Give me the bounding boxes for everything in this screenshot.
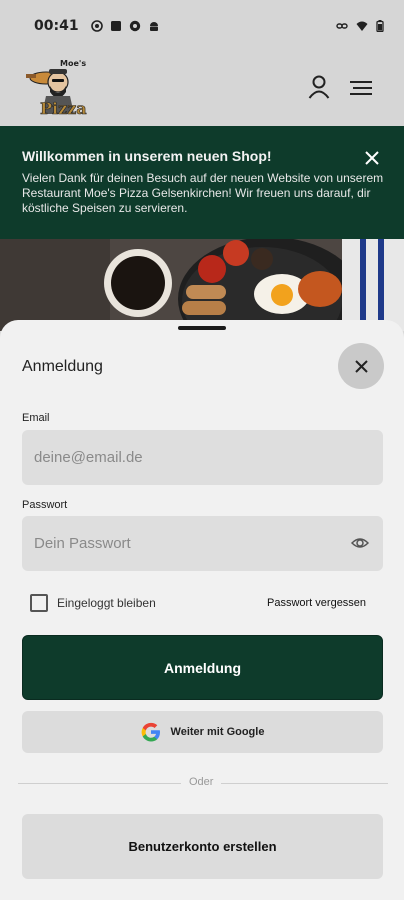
banner-title: Willkommen in unserem neuen Shop! <box>22 148 272 164</box>
google-icon <box>141 722 160 742</box>
link-icon <box>336 23 348 29</box>
status-time: 00:41 <box>34 18 79 34</box>
hero-food-image <box>0 239 404 331</box>
password-field-box[interactable] <box>22 516 383 571</box>
password-input[interactable] <box>34 535 371 552</box>
email-input[interactable] <box>34 449 371 466</box>
status-notification-icons <box>90 20 160 32</box>
menu-button[interactable] <box>346 74 376 102</box>
show-password-icon[interactable] <box>351 535 369 551</box>
close-icon <box>365 151 379 165</box>
square-app-icon <box>110 21 121 31</box>
remember-me[interactable]: Eingeloggt bleiben <box>30 594 156 612</box>
svg-text:Moe's: Moe's <box>60 59 86 68</box>
remember-checkbox[interactable] <box>30 594 48 612</box>
notification-circle-icon <box>90 20 103 32</box>
android-icon <box>149 22 158 31</box>
divider-label: Oder <box>181 776 222 788</box>
login-title: Anmeldung <box>22 358 103 375</box>
hamburger-menu-icon <box>350 81 372 95</box>
status-system-icons <box>336 20 384 32</box>
close-icon <box>354 359 368 373</box>
wifi-icon <box>356 21 368 31</box>
record-icon <box>129 20 140 32</box>
banner-close-button[interactable] <box>362 148 382 168</box>
breakfast-photo <box>0 239 404 331</box>
google-button-label: Weiter mit Google <box>170 726 265 738</box>
create-account-button[interactable]: Benutzerkonto erstellen <box>22 814 383 879</box>
sheet-close-button[interactable] <box>338 343 384 389</box>
remember-label: Eingeloggt bleiben <box>57 596 156 610</box>
account-button[interactable] <box>304 72 334 102</box>
app-header: Moe's Pizza <box>0 52 404 126</box>
email-label: Email <box>22 412 50 424</box>
email-field-box[interactable] <box>22 430 383 485</box>
sheet-drag-handle[interactable] <box>178 326 226 330</box>
welcome-banner: Willkommen in unserem neuen Shop! Vielen… <box>0 126 404 239</box>
svg-text:Pizza: Pizza <box>40 99 87 118</box>
user-icon <box>308 75 330 99</box>
password-label: Passwort <box>22 499 68 511</box>
login-button[interactable]: Anmeldung <box>22 635 383 700</box>
banner-text: Vielen Dank für deinen Besuch auf der ne… <box>22 171 384 215</box>
google-login-button[interactable]: Weiter mit Google <box>22 711 383 753</box>
restaurant-logo[interactable]: Moe's Pizza <box>22 56 88 118</box>
login-sheet: Anmeldung Email Passwort Eingeloggt blei… <box>0 320 404 900</box>
status-bar: 00:41 <box>0 0 404 52</box>
battery-icon <box>376 20 384 32</box>
forgot-password-link[interactable]: Passwort vergessen <box>267 597 366 609</box>
